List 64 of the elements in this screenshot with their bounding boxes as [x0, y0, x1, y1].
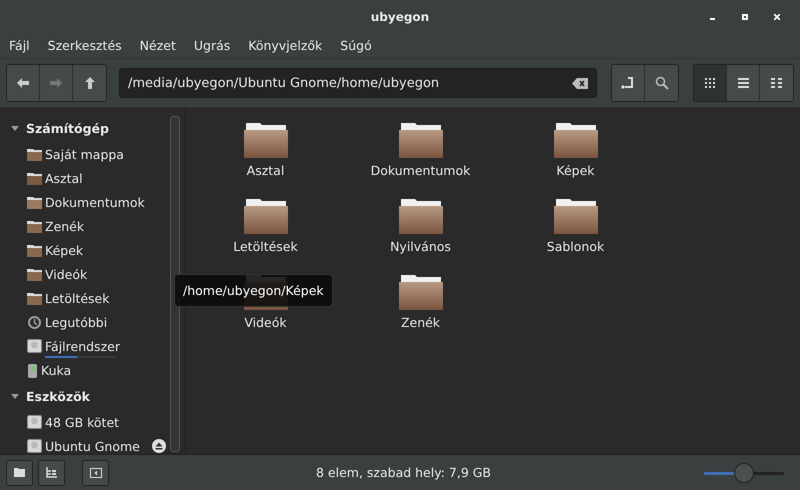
tree-button[interactable]	[38, 460, 65, 486]
list-icon	[738, 78, 748, 88]
view-button[interactable]	[760, 65, 793, 101]
menu-item[interactable]: Fájl	[9, 38, 30, 53]
menu-item[interactable]: Ugrás	[194, 38, 230, 53]
section-header: Számítógép	[26, 120, 109, 136]
trash-icon	[27, 362, 38, 378]
clear-icon[interactable]	[572, 78, 588, 89]
menu-item[interactable]: Nézet	[140, 38, 176, 53]
search-button[interactable]	[645, 65, 678, 101]
left-arrow-icon	[17, 78, 29, 88]
folder-item[interactable]: Dokumentumok	[343, 122, 498, 178]
tree-icon	[46, 467, 57, 478]
view-button[interactable]	[727, 65, 760, 101]
folder-item[interactable]: Sablonok	[498, 198, 653, 254]
window-title: ubyegon	[370, 10, 430, 24]
sidebar-item[interactable]: 48 GB kötet	[0, 410, 170, 434]
sidebar-item[interactable]: Dokumentumok	[0, 190, 170, 214]
sidebar-item[interactable]: Fájlrendszer	[0, 334, 170, 358]
sidebar-item[interactable]: Zenék	[0, 214, 170, 238]
close-icon[interactable]	[774, 14, 780, 20]
sidebar-toggle-button[interactable]	[82, 460, 109, 486]
sidebar-item[interactable]: Saját mappa	[0, 142, 170, 166]
drive-icon	[27, 339, 42, 353]
eject-icon[interactable]	[152, 439, 166, 453]
folder-item[interactable]: Asztal	[188, 122, 343, 178]
folder-item[interactable]: Letöltések	[188, 198, 343, 254]
folder-item[interactable]: Képek	[498, 122, 653, 178]
compact-list-icon	[771, 78, 782, 88]
expanded-triangle-icon[interactable]	[11, 392, 19, 400]
return-arrow-icon	[621, 76, 635, 90]
recent-icon	[27, 314, 42, 330]
tooltip: /home/ubyegon/Képek	[174, 274, 333, 307]
folder-item[interactable]: Zenék	[343, 274, 498, 330]
menu-item[interactable]: Súgó	[340, 38, 372, 53]
sidebar-item[interactable]: Letöltések	[0, 286, 170, 310]
sidebar-item[interactable]: Legutóbbi	[0, 310, 170, 334]
view-button[interactable]	[694, 65, 727, 101]
sidebar-item[interactable]: Képek	[0, 238, 170, 262]
drive-icon	[27, 415, 42, 429]
back-button[interactable]	[7, 65, 40, 101]
maximize-icon[interactable]	[742, 14, 748, 20]
up-arrow-icon	[84, 77, 94, 89]
menu-item[interactable]: Szerkesztés	[48, 38, 122, 53]
right-arrow-icon	[50, 78, 62, 88]
panel-icon	[90, 468, 102, 478]
folder-item[interactable]: Nyilvános	[343, 198, 498, 254]
sidebar-item[interactable]: Asztal	[0, 166, 170, 190]
go-button[interactable]	[612, 65, 645, 101]
places-button[interactable]	[6, 460, 33, 486]
grid-icon	[705, 78, 715, 88]
scrollbar[interactable]	[170, 116, 180, 452]
expanded-triangle-icon[interactable]	[11, 124, 19, 132]
section-header: Eszközök	[26, 388, 90, 404]
location-field[interactable]: /media/ubyegon/Ubuntu Gnome/home/ubyegon	[119, 68, 597, 98]
sidebar-item[interactable]: Ubuntu Gnome	[0, 434, 170, 454]
sidebar-item[interactable]: Kuka	[0, 358, 170, 382]
status-text: 8 elem, szabad hely: 7,9 GB	[316, 465, 492, 480]
menu-item[interactable]: Könyvjelzők	[248, 38, 322, 53]
up-button[interactable]	[73, 65, 106, 101]
sidebar-item[interactable]: Videók	[0, 262, 170, 286]
search-icon	[654, 76, 668, 90]
drive-icon	[27, 439, 42, 453]
zoom-slider[interactable]	[704, 462, 784, 482]
